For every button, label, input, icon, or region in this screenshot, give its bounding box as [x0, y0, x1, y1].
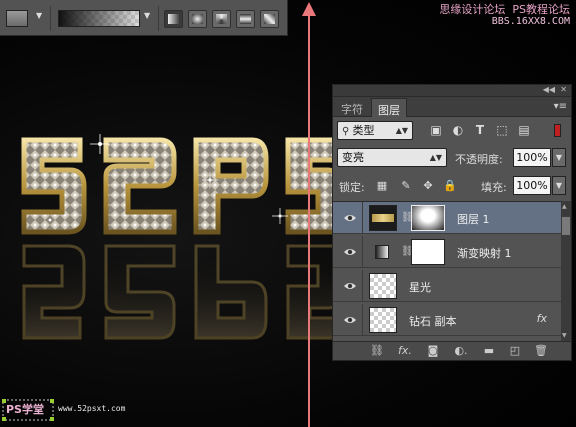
watermark-url: BBS.16XX8.COM [491, 16, 570, 27]
gradient-swatch-icon[interactable] [58, 10, 140, 27]
add-layer-style-icon[interactable]: fx. [397, 344, 413, 358]
artwork-52ps-text [21, 134, 340, 340]
filter-type-icon[interactable]: T [473, 123, 487, 137]
tab-character[interactable]: 字符 [335, 98, 369, 117]
eye-icon [344, 317, 356, 323]
blend-mode-select[interactable]: 变亮 ▲▼ [337, 148, 447, 167]
linear-gradient-icon[interactable] [164, 10, 183, 28]
filter-kind-select[interactable]: ⚲ 类型 ▲▼ [337, 121, 413, 140]
close-icon[interactable]: ✕ [560, 85, 567, 94]
fill-label: 填充: [481, 181, 507, 194]
chevron-down-icon[interactable]: ▼ [36, 11, 42, 20]
fill-input[interactable]: 100% [513, 176, 551, 195]
layers-panel: ◀◀ ✕ 字符 图层 ▾≡ ⚲ 类型 ▲▼ ▣ ◐ T ⬚ ▤ 变亮 ▲▼ 不透… [332, 84, 572, 361]
visibility-toggle[interactable] [333, 270, 363, 302]
visibility-toggle[interactable] [333, 236, 363, 268]
gradient-map-adjustment-icon[interactable] [375, 245, 389, 259]
diamond-gradient-icon[interactable] [260, 10, 279, 28]
lock-position-icon[interactable]: ✥ [421, 179, 435, 193]
new-adjustment-layer-icon[interactable]: ◐. [453, 344, 469, 358]
chevron-updown-icon: ▲▼ [395, 126, 408, 135]
angle-gradient-icon[interactable] [212, 10, 231, 28]
layer-name[interactable]: 钻石 副本 [409, 313, 457, 329]
new-layer-icon[interactable]: ◰ [507, 344, 523, 358]
layer-thumbnail[interactable] [369, 205, 397, 231]
layer-row[interactable]: ⛓ 渐变映射 1 [333, 236, 561, 268]
filter-toggle-switch[interactable] [554, 124, 561, 137]
site-logo: PS学堂 www.52psxt.com [2, 399, 147, 421]
layer-thumbnail[interactable] [369, 273, 397, 299]
scroll-up-icon[interactable]: ▲ [562, 203, 567, 210]
layer-list-scrollbar[interactable]: ▲ ▼ [561, 201, 571, 341]
fill-dropdown-icon[interactable]: ▼ [552, 176, 566, 195]
layer-name[interactable]: 星光 [409, 279, 431, 295]
layer-list: ⛓ 图层 1 ⛓ 渐变映射 1 星光 钻石 副本 fx [333, 201, 561, 341]
layer-name[interactable]: 渐变映射 1 [457, 245, 512, 261]
watermark-site: 思缘设计论坛 [439, 3, 506, 16]
filter-adjustment-icon[interactable]: ◐ [451, 123, 465, 137]
reflected-gradient-icon[interactable] [236, 10, 255, 28]
lock-transparent-icon[interactable]: ▦ [375, 179, 389, 193]
panel-footer: ⛓ fx. ◙ ◐. ▬ ◰ 🗑 [333, 341, 571, 360]
visibility-toggle[interactable] [333, 202, 363, 234]
radial-gradient-icon[interactable] [188, 10, 207, 28]
tab-layers[interactable]: 图层 [371, 98, 407, 117]
filter-pixel-icon[interactable]: ▣ [429, 123, 443, 137]
new-group-icon[interactable]: ▬ [481, 344, 497, 358]
lock-image-icon[interactable]: ✎ [399, 179, 413, 193]
filter-shape-icon[interactable]: ⬚ [495, 123, 509, 137]
scroll-down-icon[interactable]: ▼ [562, 332, 567, 339]
divider [50, 6, 51, 31]
layer-row[interactable]: 钻石 副本 fx [333, 304, 561, 336]
delete-layer-icon[interactable]: 🗑 [533, 344, 549, 358]
watermark: 思缘设计论坛 PS教程论坛 BBS.16XX8.COM [439, 4, 570, 28]
layer-mask-thumbnail[interactable] [411, 239, 445, 265]
eye-icon [344, 249, 356, 255]
scroll-thumb[interactable] [562, 217, 570, 235]
layer-row[interactable]: ⛓ 图层 1 [333, 202, 561, 234]
filter-kind-label: 类型 [352, 124, 375, 137]
blend-row: 变亮 ▲▼ 不透明度: 100% ▼ [333, 146, 571, 170]
eye-icon [344, 215, 356, 221]
opacity-label: 不透明度: [455, 153, 503, 166]
divider [158, 6, 159, 31]
opacity-dropdown-icon[interactable]: ▼ [552, 148, 566, 167]
tool-preset-icon[interactable] [6, 10, 28, 27]
options-bar: ▼ ▼ [0, 0, 288, 36]
layer-name[interactable]: 图层 1 [457, 211, 490, 227]
collapse-icon[interactable]: ◀◀ [543, 85, 555, 94]
eye-icon [344, 283, 356, 289]
visibility-toggle[interactable] [333, 304, 363, 336]
layer-effects-icon[interactable]: fx [537, 312, 547, 325]
add-mask-icon[interactable]: ◙ [425, 344, 441, 358]
blend-mode-value: 变亮 [342, 151, 364, 164]
lock-row: 锁定: ▦ ✎ ✥ 🔒 填充: 100% ▼ [333, 174, 571, 198]
chevron-down-icon[interactable]: ▼ [144, 11, 150, 20]
layer-row[interactable]: 星光 [333, 270, 561, 302]
search-icon: ⚲ [342, 126, 353, 137]
panel-title-strip[interactable]: ◀◀ ✕ [333, 85, 571, 97]
logo-url: www.52psxt.com [58, 404, 126, 413]
opacity-input[interactable]: 100% [513, 148, 551, 167]
lock-all-icon[interactable]: 🔒 [443, 179, 457, 193]
lock-label: 锁定: [339, 181, 365, 194]
layer-thumbnail[interactable] [369, 307, 397, 333]
panel-menu-icon[interactable]: ▾≡ [554, 101, 567, 112]
layer-mask-thumbnail[interactable] [411, 205, 445, 231]
logo-tag: PS学堂 [6, 403, 44, 416]
filter-row: ⚲ 类型 ▲▼ ▣ ◐ T ⬚ ▤ [333, 118, 571, 144]
filter-smart-object-icon[interactable]: ▤ [517, 123, 531, 137]
chevron-updown-icon: ▲▼ [429, 153, 442, 162]
watermark-forum: PS教程论坛 [512, 3, 570, 16]
link-layers-icon[interactable]: ⛓ [369, 344, 385, 358]
panel-tabs: 字符 图层 ▾≡ [333, 97, 571, 117]
